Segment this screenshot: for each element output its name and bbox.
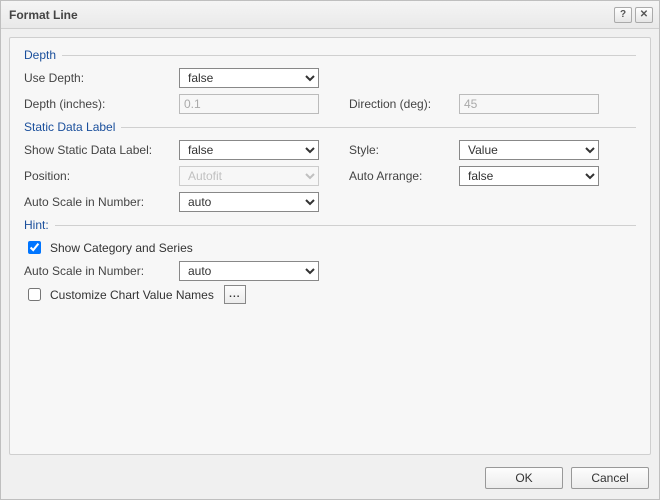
position-label: Position: — [24, 169, 179, 183]
ok-button[interactable]: OK — [485, 467, 563, 489]
show-cat-series-checkbox[interactable] — [28, 241, 41, 254]
divider-icon — [121, 127, 636, 128]
customize-names-checkbox[interactable] — [28, 288, 41, 301]
hint-auto-scale-label: Auto Scale in Number: — [24, 264, 179, 278]
section-hint-grid: Auto Scale in Number: auto — [24, 261, 636, 281]
static-auto-scale-select[interactable]: auto — [179, 192, 319, 212]
section-hint-label: Hint: — [24, 218, 55, 232]
dialog: Format Line ? ✕ Depth Use Depth: false D… — [0, 0, 660, 500]
auto-arrange-label: Auto Arrange: — [349, 169, 459, 183]
style-label: Style: — [349, 143, 459, 157]
position-select: Autofit — [179, 166, 319, 186]
section-hint-header: Hint: — [24, 218, 636, 232]
section-static-label: Static Data Label — [24, 120, 121, 134]
section-static-grid: Show Static Data Label: false Style: Val… — [24, 140, 636, 212]
static-auto-scale-label: Auto Scale in Number: — [24, 195, 179, 209]
style-select[interactable]: Value — [459, 140, 599, 160]
section-depth-header: Depth — [24, 48, 636, 62]
show-cat-series-label[interactable]: Show Category and Series — [50, 241, 193, 255]
close-icon: ✕ — [640, 9, 648, 20]
use-depth-select[interactable]: false — [179, 68, 319, 88]
help-icon: ? — [620, 9, 626, 20]
ellipsis-icon: ... — [229, 289, 240, 300]
titlebar: Format Line ? ✕ — [1, 1, 659, 29]
ok-button-label: OK — [515, 471, 532, 485]
dialog-body: Depth Use Depth: false Depth (inches): D… — [1, 29, 659, 463]
divider-icon — [55, 225, 636, 226]
customize-names-row: Customize Chart Value Names ... — [24, 285, 636, 304]
direction-input — [459, 94, 599, 114]
panel: Depth Use Depth: false Depth (inches): D… — [9, 37, 651, 455]
customize-names-more-button[interactable]: ... — [224, 285, 246, 304]
cancel-button[interactable]: Cancel — [571, 467, 649, 489]
hint-auto-scale-select[interactable]: auto — [179, 261, 319, 281]
show-cat-series-row: Show Category and Series — [24, 238, 636, 257]
use-depth-label: Use Depth: — [24, 71, 179, 85]
show-static-select[interactable]: false — [179, 140, 319, 160]
auto-arrange-select[interactable]: false — [459, 166, 599, 186]
depth-inches-input — [179, 94, 319, 114]
direction-label: Direction (deg): — [349, 97, 459, 111]
cancel-button-label: Cancel — [591, 471, 628, 485]
footer: OK Cancel — [1, 463, 659, 499]
help-button[interactable]: ? — [614, 7, 632, 23]
section-static-header: Static Data Label — [24, 120, 636, 134]
section-depth-label: Depth — [24, 48, 62, 62]
window-title: Format Line — [9, 8, 611, 22]
close-button[interactable]: ✕ — [635, 7, 653, 23]
section-depth-grid: Use Depth: false Depth (inches): Directi… — [24, 68, 636, 114]
show-static-label: Show Static Data Label: — [24, 143, 179, 157]
depth-inches-label: Depth (inches): — [24, 97, 179, 111]
divider-icon — [62, 55, 636, 56]
customize-names-label[interactable]: Customize Chart Value Names — [50, 288, 214, 302]
